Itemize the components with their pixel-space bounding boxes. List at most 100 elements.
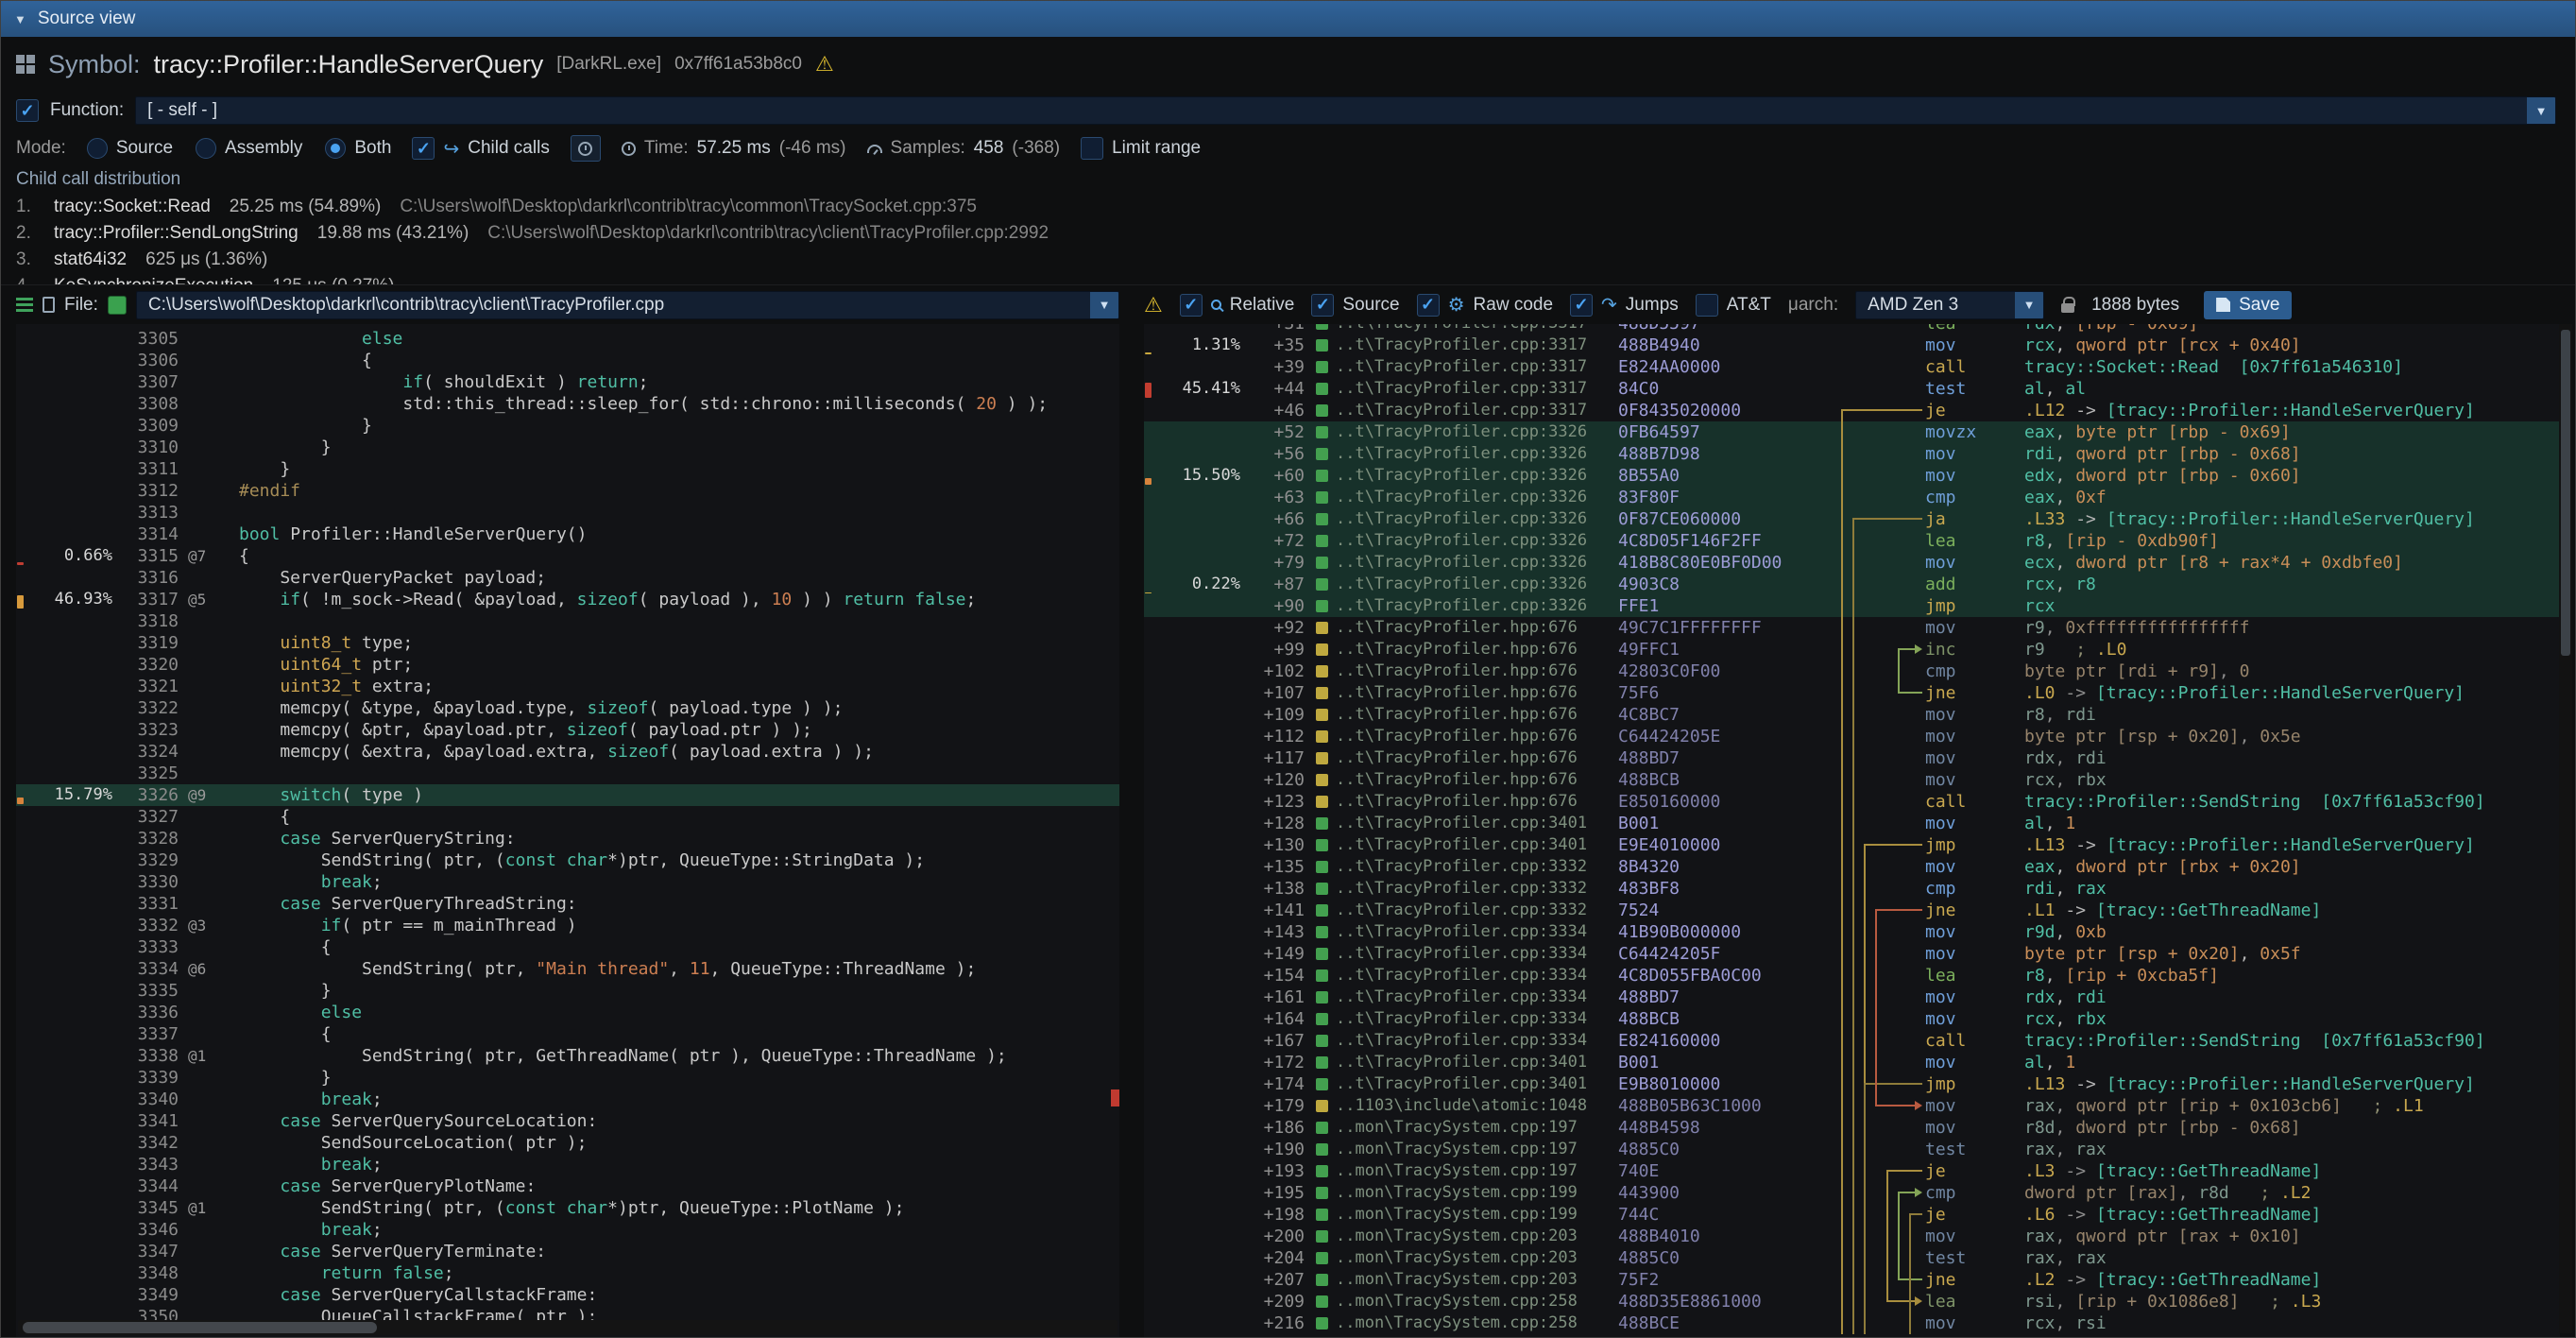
asm-row-+172[interactable]: +172..t\TracyProfiler.cpp:3401B001moval,… — [1144, 1052, 2560, 1073]
source-line-3314[interactable]: 3314bool Profiler::HandleServerQuery() — [16, 523, 1119, 545]
source-line-3349[interactable]: 3349 case ServerQueryCallstackFrame: — [16, 1284, 1119, 1306]
asm-row-+44[interactable]: 45.41%+44..t\TracyProfiler.cpp:331784C0t… — [1144, 378, 2560, 400]
asm-row-+161[interactable]: +161..t\TracyProfiler.cpp:3334488BD7movr… — [1144, 986, 2560, 1008]
source-line-3319[interactable]: 3319 uint8_t type; — [16, 632, 1119, 654]
child-call-item[interactable]: 4.KeSynchronizeExecution125 μs (0.27%) — [16, 273, 2560, 284]
source-line-3340[interactable]: 3340 break; — [16, 1089, 1119, 1110]
function-combo[interactable]: [ - self - ] ▼ — [135, 96, 2556, 125]
child-call-item[interactable]: 2.tracy::Profiler::SendLongString19.88 m… — [16, 220, 2560, 247]
asm-row-+66[interactable]: +66..t\TracyProfiler.cpp:33260F87CE06000… — [1144, 508, 2560, 530]
asm-row-+149[interactable]: +149..t\TracyProfiler.cpp:3334C64424205F… — [1144, 943, 2560, 965]
source-line-3312[interactable]: 3312#endif — [16, 480, 1119, 502]
asm-row-+72[interactable]: +72..t\TracyProfiler.cpp:33264C8D05F146F… — [1144, 530, 2560, 552]
asm-row-+63[interactable]: +63..t\TracyProfiler.cpp:332683F80Fcmpea… — [1144, 487, 2560, 508]
chevron-down-icon[interactable]: ▼ — [2527, 97, 2555, 124]
asm-row-+135[interactable]: +135..t\TracyProfiler.cpp:33328B4320move… — [1144, 856, 2560, 878]
mode-radio-assembly[interactable]: Assembly — [196, 138, 302, 159]
source-line-3339[interactable]: 3339 } — [16, 1067, 1119, 1089]
asm-row-+87[interactable]: 0.22%+87..t\TracyProfiler.cpp:33264903C8… — [1144, 574, 2560, 595]
source-line-3330[interactable]: 3330 break; — [16, 871, 1119, 893]
asm-row-+141[interactable]: +141..t\TracyProfiler.cpp:33327524jne.L1… — [1144, 900, 2560, 921]
child-call-item[interactable]: 3.stat64i32625 μs (1.36%) — [16, 247, 2560, 273]
source-line-3331[interactable]: 3331 case ServerQueryThreadString: — [16, 893, 1119, 915]
asm-row-+60[interactable]: 15.50%+60..t\TracyProfiler.cpp:33268B55A… — [1144, 465, 2560, 487]
file-combo[interactable]: C:\Users\wolf\Desktop\darkrl\contrib\tra… — [136, 291, 1119, 319]
asm-row-+39[interactable]: +39..t\TracyProfiler.cpp:3317E824AA0000c… — [1144, 356, 2560, 378]
source-line-3346[interactable]: 3346 break; — [16, 1219, 1119, 1241]
function-checkbox[interactable]: ✓ — [16, 99, 39, 122]
source-line-3329[interactable]: 3329 SendString( ptr, (const char*)ptr, … — [16, 849, 1119, 871]
source-line-3341[interactable]: 3341 case ServerQuerySourceLocation: — [16, 1110, 1119, 1132]
asm-row-+174[interactable]: +174..t\TracyProfiler.cpp:3401E9B8010000… — [1144, 1073, 2560, 1095]
asm-row-+216[interactable]: +216..mon\TracySystem.cpp:258488BCEmovrc… — [1144, 1312, 2560, 1334]
asm-row-+207[interactable]: +207..mon\TracySystem.cpp:20375F2jne.L2 … — [1144, 1269, 2560, 1291]
mode-radio-source[interactable]: Source — [87, 138, 173, 159]
source-line-3310[interactable]: 3310 } — [16, 437, 1119, 458]
asm-row-+117[interactable]: +117..t\TracyProfiler.hpp:676488BD7movrd… — [1144, 747, 2560, 769]
asm-row-+198[interactable]: +198..mon\TracySystem.cpp:199744Cje.L6 -… — [1144, 1204, 2560, 1226]
asm-row-+195[interactable]: +195..mon\TracySystem.cpp:199443900cmpdw… — [1144, 1182, 2560, 1204]
asm-row-+130[interactable]: +130..t\TracyProfiler.cpp:3401E9E4010000… — [1144, 834, 2560, 856]
source-line-3326[interactable]: 15.79%3326@9 switch( type ) — [16, 784, 1119, 806]
child-calls-checkbox[interactable]: ✓ ↪ Child calls — [412, 137, 549, 161]
source-line-3306[interactable]: 3306 { — [16, 350, 1119, 371]
source-checkbox[interactable]: ✓ Source — [1311, 294, 1399, 317]
source-line-3336[interactable]: 3336 else — [16, 1002, 1119, 1023]
source-line-3320[interactable]: 3320 uint64_t ptr; — [16, 654, 1119, 676]
asm-row-+143[interactable]: +143..t\TracyProfiler.cpp:333441B90B0000… — [1144, 921, 2560, 943]
asm-row-+120[interactable]: +120..t\TracyProfiler.hpp:676488BCBmovrc… — [1144, 769, 2560, 791]
chevron-down-icon[interactable]: ▼ — [2015, 292, 2043, 318]
source-line-3345[interactable]: 3345@1 SendString( ptr, (const char*)ptr… — [16, 1197, 1119, 1219]
window-vertical-scrollbar[interactable] — [2559, 324, 2572, 1333]
asm-row-+99[interactable]: +99..t\TracyProfiler.hpp:67649FFC1incr9 … — [1144, 639, 2560, 660]
asm-row-+193[interactable]: +193..mon\TracySystem.cpp:197740Eje.L3 -… — [1144, 1160, 2560, 1182]
mode-radio-both[interactable]: Both — [325, 138, 391, 159]
child-call-item[interactable]: 1.tracy::Socket::Read25.25 ms (54.89%)C:… — [16, 194, 2560, 220]
source-line-3313[interactable]: 3313 — [16, 502, 1119, 523]
source-line-3315[interactable]: 0.66%3315@7{ — [16, 545, 1119, 567]
asm-row-+190[interactable]: +190..mon\TracySystem.cpp:1974885C0testr… — [1144, 1139, 2560, 1160]
asm-row-+46[interactable]: +46..t\TracyProfiler.cpp:33170F843502000… — [1144, 400, 2560, 421]
asm-row-+35[interactable]: 1.31%+35..t\TracyProfiler.cpp:3317488B49… — [1144, 334, 2560, 356]
source-line-3332[interactable]: 3332@3 if( ptr == m_mainThread ) — [16, 915, 1119, 936]
asm-row-+107[interactable]: +107..t\TracyProfiler.hpp:67675F6jne.L0 … — [1144, 682, 2560, 704]
source-horizontal-scrollbar[interactable] — [18, 1320, 1117, 1335]
source-line-3308[interactable]: 3308 std::this_thread::sleep_for( std::c… — [16, 393, 1119, 415]
chevron-down-icon[interactable]: ▼ — [1090, 292, 1118, 318]
asm-row-+112[interactable]: +112..t\TracyProfiler.hpp:676C64424205Em… — [1144, 726, 2560, 747]
source-line-3317[interactable]: 46.93%3317@5 if( !m_sock->Read( &payload… — [16, 589, 1119, 610]
asm-row-+92[interactable]: +92..t\TracyProfiler.hpp:67649C7C1FFFFFF… — [1144, 617, 2560, 639]
asm-row-+56[interactable]: +56..t\TracyProfiler.cpp:3326488B7D98mov… — [1144, 443, 2560, 465]
asm-row-+102[interactable]: +102..t\TracyProfiler.hpp:67642803C0F00c… — [1144, 660, 2560, 682]
source-pane[interactable]: 3305 else3306 {3307 if( shouldExit ) ret… — [16, 324, 1119, 1337]
source-line-3316[interactable]: 3316 ServerQueryPacket payload; — [16, 567, 1119, 589]
source-line-3322[interactable]: 3322 memcpy( &type, &payload.type, sizeo… — [16, 697, 1119, 719]
source-line-3342[interactable]: 3342 SendSourceLocation( ptr ); — [16, 1132, 1119, 1154]
source-line-3311[interactable]: 3311 } — [16, 458, 1119, 480]
source-line-3334[interactable]: 3334@6 SendString( ptr, "Main thread", 1… — [16, 958, 1119, 980]
asm-row-+90[interactable]: +90..t\TracyProfiler.cpp:3326FFE1jmprcx — [1144, 595, 2560, 617]
asm-row-+138[interactable]: +138..t\TracyProfiler.cpp:3332483BF8cmpr… — [1144, 878, 2560, 900]
asm-row-+52[interactable]: +52..t\TracyProfiler.cpp:33260FB64597mov… — [1144, 421, 2560, 443]
source-line-3309[interactable]: 3309 } — [16, 415, 1119, 437]
source-line-3321[interactable]: 3321 uint32_t extra; — [16, 676, 1119, 697]
source-line-3333[interactable]: 3333 { — [16, 936, 1119, 958]
save-button[interactable]: Save — [2204, 291, 2292, 319]
source-line-3344[interactable]: 3344 case ServerQueryPlotName: — [16, 1175, 1119, 1197]
titlebar[interactable]: ▼ Source view — [1, 1, 2575, 37]
asm-row-+79[interactable]: +79..t\TracyProfiler.cpp:3326418B8C80E0B… — [1144, 552, 2560, 574]
source-line-3323[interactable]: 3323 memcpy( &ptr, &payload.ptr, sizeof(… — [16, 719, 1119, 741]
relative-checkbox[interactable]: ✓ Relative — [1180, 294, 1295, 317]
asm-row-+128[interactable]: +128..t\TracyProfiler.cpp:3401B001moval,… — [1144, 813, 2560, 834]
source-line-3324[interactable]: 3324 memcpy( &extra, &payload.extra, siz… — [16, 741, 1119, 763]
asm-row-+109[interactable]: +109..t\TracyProfiler.hpp:6764C8BC7movr8… — [1144, 704, 2560, 726]
asm-row-+179[interactable]: +179..1103\include\atomic:1048488B05B63C… — [1144, 1095, 2560, 1117]
limit-range-checkbox[interactable]: Limit range — [1081, 137, 1201, 160]
source-line-3348[interactable]: 3348 return false; — [16, 1262, 1119, 1284]
uarch-combo[interactable]: AMD Zen 3 ▼ — [1855, 291, 2044, 319]
source-line-3347[interactable]: 3347 case ServerQueryTerminate: — [16, 1241, 1119, 1262]
source-line-3337[interactable]: 3337 { — [16, 1023, 1119, 1045]
asm-row-+167[interactable]: +167..t\TracyProfiler.cpp:3334E824160000… — [1144, 1030, 2560, 1052]
asm-row-+209[interactable]: +209..mon\TracySystem.cpp:258488D35E8861… — [1144, 1291, 2560, 1312]
asm-row-+186[interactable]: +186..mon\TracySystem.cpp:197448B4598mov… — [1144, 1117, 2560, 1139]
